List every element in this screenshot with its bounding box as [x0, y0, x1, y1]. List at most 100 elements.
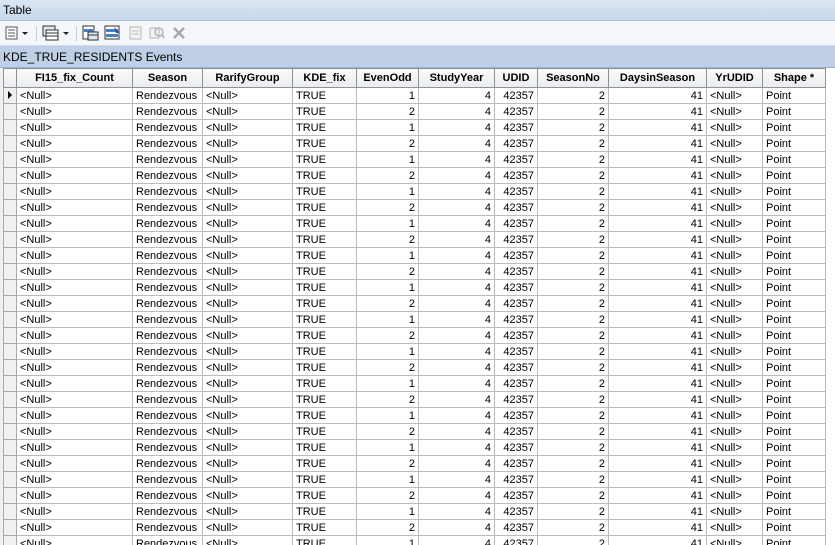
row-selector-header[interactable]: [3, 68, 17, 88]
table-cell[interactable]: <Null>: [706, 455, 763, 472]
table-cell[interactable]: Rendezvous: [132, 343, 203, 360]
table-cell[interactable]: Rendezvous: [132, 487, 203, 504]
table-cell[interactable]: 4: [418, 199, 495, 216]
table-cell[interactable]: 42357: [494, 391, 538, 408]
table-cell[interactable]: TRUE: [292, 263, 357, 280]
table-cell[interactable]: 41: [608, 151, 707, 168]
table-cell[interactable]: 2: [537, 263, 609, 280]
zoom-to-selected-icon[interactable]: [148, 24, 166, 42]
table-cell[interactable]: 2: [537, 311, 609, 328]
table-cell[interactable]: <Null>: [202, 151, 293, 168]
table-cell[interactable]: Rendezvous: [132, 423, 203, 440]
table-cell[interactable]: 2: [537, 487, 609, 504]
table-options-icon[interactable]: [4, 24, 32, 42]
table-cell[interactable]: TRUE: [292, 199, 357, 216]
table-cell[interactable]: 2: [356, 295, 419, 312]
column-header-fi15-fix-count[interactable]: FI15_fix_Count: [16, 68, 133, 88]
table-cell[interactable]: Point: [762, 295, 826, 312]
table-cell[interactable]: Point: [762, 215, 826, 232]
table-cell[interactable]: <Null>: [706, 535, 763, 545]
switch-selection-icon[interactable]: [103, 24, 123, 42]
table-cell[interactable]: 41: [608, 503, 707, 520]
table-cell[interactable]: 41: [608, 535, 707, 545]
table-cell[interactable]: <Null>: [706, 407, 763, 424]
table-cell[interactable]: 4: [418, 391, 495, 408]
table-cell[interactable]: 41: [608, 391, 707, 408]
table-cell[interactable]: <Null>: [202, 215, 293, 232]
table-cell[interactable]: 42357: [494, 487, 538, 504]
table-cell[interactable]: Point: [762, 343, 826, 360]
row-selector[interactable]: [3, 375, 17, 392]
table-cell[interactable]: 2: [537, 215, 609, 232]
table-row[interactable]: <Null> Rendezvous <Null> TRUE 2 4 42357 2 41 <Nul…: [3, 423, 826, 440]
table-cell[interactable]: 2: [537, 423, 609, 440]
table-cell[interactable]: 4: [418, 471, 495, 488]
table-cell[interactable]: Point: [762, 231, 826, 248]
table-cell[interactable]: Rendezvous: [132, 471, 203, 488]
table-cell[interactable]: TRUE: [292, 343, 357, 360]
table-cell[interactable]: TRUE: [292, 183, 357, 200]
table-cell[interactable]: Point: [762, 391, 826, 408]
table-cell[interactable]: 2: [356, 231, 419, 248]
table-cell[interactable]: TRUE: [292, 455, 357, 472]
table-cell[interactable]: 4: [418, 279, 495, 296]
table-cell[interactable]: 42357: [494, 263, 538, 280]
table-cell[interactable]: TRUE: [292, 487, 357, 504]
table-cell[interactable]: <Null>: [202, 311, 293, 328]
table-cell[interactable]: <Null>: [16, 391, 133, 408]
related-tables-icon[interactable]: [41, 24, 71, 42]
table-cell[interactable]: 41: [608, 343, 707, 360]
table-row[interactable]: <Null> Rendezvous <Null> TRUE 1 4 42357 2 41 <Nul…: [3, 215, 826, 232]
table-cell[interactable]: Rendezvous: [132, 87, 203, 104]
table-cell[interactable]: Rendezvous: [132, 103, 203, 120]
table-cell[interactable]: <Null>: [706, 487, 763, 504]
table-row[interactable]: <Null> Rendezvous <Null> TRUE 1 4 42357 2 41 <Nul…: [3, 87, 826, 104]
table-cell[interactable]: 2: [356, 519, 419, 536]
row-selector[interactable]: [3, 135, 17, 152]
table-cell[interactable]: 41: [608, 279, 707, 296]
table-cell[interactable]: 1: [356, 119, 419, 136]
table-cell[interactable]: <Null>: [202, 263, 293, 280]
table-cell[interactable]: 4: [418, 455, 495, 472]
table-cell[interactable]: <Null>: [16, 215, 133, 232]
table-cell[interactable]: <Null>: [706, 231, 763, 248]
row-selector[interactable]: [3, 407, 17, 424]
table-cell[interactable]: <Null>: [706, 375, 763, 392]
table-cell[interactable]: 2: [356, 487, 419, 504]
table-cell[interactable]: 2: [356, 359, 419, 376]
table-row[interactable]: <Null> Rendezvous <Null> TRUE 2 4 42357 2 41 <Nul…: [3, 359, 826, 376]
table-cell[interactable]: 42357: [494, 343, 538, 360]
table-cell[interactable]: TRUE: [292, 119, 357, 136]
row-selector[interactable]: [3, 215, 17, 232]
table-cell[interactable]: <Null>: [16, 247, 133, 264]
table-cell[interactable]: <Null>: [16, 263, 133, 280]
table-row[interactable]: <Null> Rendezvous <Null> TRUE 1 4 42357 2 41 <Nul…: [3, 247, 826, 264]
table-cell[interactable]: 4: [418, 183, 495, 200]
table-cell[interactable]: 41: [608, 103, 707, 120]
table-cell[interactable]: <Null>: [16, 231, 133, 248]
table-cell[interactable]: 4: [418, 487, 495, 504]
table-cell[interactable]: 41: [608, 359, 707, 376]
table-cell[interactable]: 1: [356, 503, 419, 520]
table-cell[interactable]: <Null>: [202, 87, 293, 104]
table-cell[interactable]: <Null>: [706, 87, 763, 104]
table-cell[interactable]: 2: [537, 183, 609, 200]
table-cell[interactable]: Point: [762, 183, 826, 200]
table-cell[interactable]: 2: [537, 119, 609, 136]
table-cell[interactable]: 42357: [494, 503, 538, 520]
table-cell[interactable]: Rendezvous: [132, 151, 203, 168]
row-selector[interactable]: [3, 439, 17, 456]
table-cell[interactable]: Rendezvous: [132, 519, 203, 536]
table-cell[interactable]: <Null>: [16, 279, 133, 296]
table-cell[interactable]: 41: [608, 199, 707, 216]
table-cell[interactable]: 2: [537, 167, 609, 184]
table-row[interactable]: <Null> Rendezvous <Null> TRUE 1 4 42357 2 41 <Nul…: [3, 375, 826, 392]
table-cell[interactable]: <Null>: [16, 183, 133, 200]
table-cell[interactable]: <Null>: [706, 503, 763, 520]
table-row[interactable]: <Null> Rendezvous <Null> TRUE 2 4 42357 2 41 <Nul…: [3, 455, 826, 472]
table-cell[interactable]: 2: [537, 391, 609, 408]
table-cell[interactable]: Rendezvous: [132, 263, 203, 280]
table-cell[interactable]: 2: [356, 391, 419, 408]
table-cell[interactable]: 41: [608, 183, 707, 200]
table-cell[interactable]: Rendezvous: [132, 503, 203, 520]
